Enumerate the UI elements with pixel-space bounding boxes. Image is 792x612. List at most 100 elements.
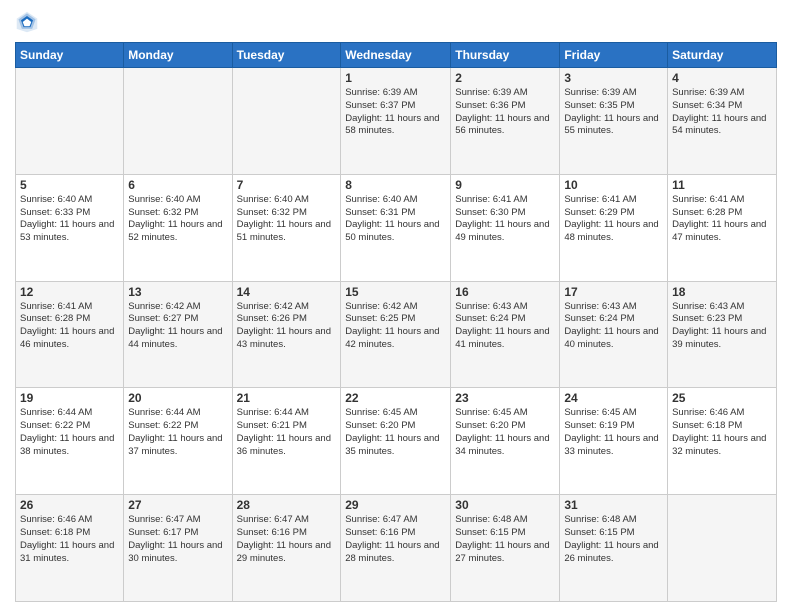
day-number: 30	[455, 498, 555, 512]
day-info: Sunrise: 6:39 AM Sunset: 6:34 PM Dayligh…	[672, 87, 772, 138]
day-number: 7	[237, 178, 337, 192]
day-number: 27	[128, 498, 227, 512]
calendar-cell	[16, 68, 124, 175]
day-info: Sunrise: 6:45 AM Sunset: 6:19 PM Dayligh…	[564, 407, 663, 458]
day-number: 20	[128, 391, 227, 405]
day-number: 21	[237, 391, 337, 405]
day-number: 14	[237, 285, 337, 299]
day-number: 31	[564, 498, 663, 512]
day-info: Sunrise: 6:41 AM Sunset: 6:28 PM Dayligh…	[20, 301, 119, 352]
day-info: Sunrise: 6:48 AM Sunset: 6:15 PM Dayligh…	[564, 514, 663, 565]
calendar-cell: 7 Sunrise: 6:40 AM Sunset: 6:32 PM Daylig…	[232, 174, 341, 281]
weekday-header: Monday	[124, 43, 232, 68]
calendar-cell: 4 Sunrise: 6:39 AM Sunset: 6:34 PM Daylig…	[668, 68, 777, 175]
day-info: Sunrise: 6:41 AM Sunset: 6:28 PM Dayligh…	[672, 194, 772, 245]
day-info: Sunrise: 6:46 AM Sunset: 6:18 PM Dayligh…	[672, 407, 772, 458]
day-number: 10	[564, 178, 663, 192]
day-number: 18	[672, 285, 772, 299]
day-info: Sunrise: 6:41 AM Sunset: 6:29 PM Dayligh…	[564, 194, 663, 245]
calendar-week-row: 1 Sunrise: 6:39 AM Sunset: 6:37 PM Daylig…	[16, 68, 777, 175]
page: SundayMondayTuesdayWednesdayThursdayFrid…	[0, 0, 792, 612]
header	[15, 10, 777, 34]
day-info: Sunrise: 6:40 AM Sunset: 6:31 PM Dayligh…	[345, 194, 446, 245]
weekday-header: Friday	[560, 43, 668, 68]
day-info: Sunrise: 6:45 AM Sunset: 6:20 PM Dayligh…	[345, 407, 446, 458]
day-number: 9	[455, 178, 555, 192]
day-number: 3	[564, 71, 663, 85]
weekday-header: Wednesday	[341, 43, 451, 68]
calendar-week-row: 26 Sunrise: 6:46 AM Sunset: 6:18 PM Dayli…	[16, 495, 777, 602]
calendar-cell: 16 Sunrise: 6:43 AM Sunset: 6:24 PM Dayli…	[451, 281, 560, 388]
day-number: 12	[20, 285, 119, 299]
day-info: Sunrise: 6:42 AM Sunset: 6:26 PM Dayligh…	[237, 301, 337, 352]
day-info: Sunrise: 6:44 AM Sunset: 6:22 PM Dayligh…	[20, 407, 119, 458]
weekday-header: Sunday	[16, 43, 124, 68]
day-number: 6	[128, 178, 227, 192]
day-info: Sunrise: 6:39 AM Sunset: 6:36 PM Dayligh…	[455, 87, 555, 138]
day-info: Sunrise: 6:47 AM Sunset: 6:16 PM Dayligh…	[237, 514, 337, 565]
day-info: Sunrise: 6:41 AM Sunset: 6:30 PM Dayligh…	[455, 194, 555, 245]
day-info: Sunrise: 6:43 AM Sunset: 6:24 PM Dayligh…	[455, 301, 555, 352]
calendar-cell: 8 Sunrise: 6:40 AM Sunset: 6:31 PM Daylig…	[341, 174, 451, 281]
day-info: Sunrise: 6:39 AM Sunset: 6:37 PM Dayligh…	[345, 87, 446, 138]
calendar-cell: 28 Sunrise: 6:47 AM Sunset: 6:16 PM Dayli…	[232, 495, 341, 602]
day-number: 13	[128, 285, 227, 299]
calendar-cell	[232, 68, 341, 175]
day-info: Sunrise: 6:47 AM Sunset: 6:17 PM Dayligh…	[128, 514, 227, 565]
calendar-cell: 26 Sunrise: 6:46 AM Sunset: 6:18 PM Dayli…	[16, 495, 124, 602]
logo	[15, 10, 43, 34]
calendar-cell: 24 Sunrise: 6:45 AM Sunset: 6:19 PM Dayli…	[560, 388, 668, 495]
day-info: Sunrise: 6:43 AM Sunset: 6:23 PM Dayligh…	[672, 301, 772, 352]
calendar-cell: 12 Sunrise: 6:41 AM Sunset: 6:28 PM Dayli…	[16, 281, 124, 388]
day-number: 15	[345, 285, 446, 299]
weekday-header: Thursday	[451, 43, 560, 68]
calendar-cell: 17 Sunrise: 6:43 AM Sunset: 6:24 PM Dayli…	[560, 281, 668, 388]
day-number: 5	[20, 178, 119, 192]
calendar-cell: 5 Sunrise: 6:40 AM Sunset: 6:33 PM Daylig…	[16, 174, 124, 281]
calendar-cell: 20 Sunrise: 6:44 AM Sunset: 6:22 PM Dayli…	[124, 388, 232, 495]
calendar-cell: 19 Sunrise: 6:44 AM Sunset: 6:22 PM Dayli…	[16, 388, 124, 495]
calendar-cell: 21 Sunrise: 6:44 AM Sunset: 6:21 PM Dayli…	[232, 388, 341, 495]
calendar-cell: 2 Sunrise: 6:39 AM Sunset: 6:36 PM Daylig…	[451, 68, 560, 175]
day-number: 16	[455, 285, 555, 299]
day-number: 28	[237, 498, 337, 512]
calendar-cell: 18 Sunrise: 6:43 AM Sunset: 6:23 PM Dayli…	[668, 281, 777, 388]
calendar-week-row: 12 Sunrise: 6:41 AM Sunset: 6:28 PM Dayli…	[16, 281, 777, 388]
weekday-header: Tuesday	[232, 43, 341, 68]
logo-icon	[15, 10, 39, 34]
day-info: Sunrise: 6:44 AM Sunset: 6:22 PM Dayligh…	[128, 407, 227, 458]
day-info: Sunrise: 6:43 AM Sunset: 6:24 PM Dayligh…	[564, 301, 663, 352]
calendar-cell: 10 Sunrise: 6:41 AM Sunset: 6:29 PM Dayli…	[560, 174, 668, 281]
day-info: Sunrise: 6:40 AM Sunset: 6:32 PM Dayligh…	[128, 194, 227, 245]
day-info: Sunrise: 6:40 AM Sunset: 6:33 PM Dayligh…	[20, 194, 119, 245]
day-info: Sunrise: 6:48 AM Sunset: 6:15 PM Dayligh…	[455, 514, 555, 565]
day-number: 1	[345, 71, 446, 85]
day-number: 24	[564, 391, 663, 405]
day-info: Sunrise: 6:39 AM Sunset: 6:35 PM Dayligh…	[564, 87, 663, 138]
day-info: Sunrise: 6:45 AM Sunset: 6:20 PM Dayligh…	[455, 407, 555, 458]
calendar-week-row: 19 Sunrise: 6:44 AM Sunset: 6:22 PM Dayli…	[16, 388, 777, 495]
day-number: 26	[20, 498, 119, 512]
calendar-cell: 9 Sunrise: 6:41 AM Sunset: 6:30 PM Daylig…	[451, 174, 560, 281]
weekday-header: Saturday	[668, 43, 777, 68]
day-number: 22	[345, 391, 446, 405]
calendar-cell: 13Sunrise: 6:42 AM Sunset: 6:27 PM Dayli…	[124, 281, 232, 388]
day-number: 11	[672, 178, 772, 192]
calendar-cell	[668, 495, 777, 602]
day-number: 19	[20, 391, 119, 405]
calendar-week-row: 5 Sunrise: 6:40 AM Sunset: 6:33 PM Daylig…	[16, 174, 777, 281]
calendar-cell: 25Sunrise: 6:46 AM Sunset: 6:18 PM Dayli…	[668, 388, 777, 495]
day-number: 4	[672, 71, 772, 85]
day-number: 29	[345, 498, 446, 512]
day-number: 23	[455, 391, 555, 405]
calendar-cell: 29Sunrise: 6:47 AM Sunset: 6:16 PM Dayli…	[341, 495, 451, 602]
day-number: 2	[455, 71, 555, 85]
day-number: 17	[564, 285, 663, 299]
day-info: Sunrise: 6:46 AM Sunset: 6:18 PM Dayligh…	[20, 514, 119, 565]
day-number: 8	[345, 178, 446, 192]
calendar-cell: 23 Sunrise: 6:45 AM Sunset: 6:20 PM Dayli…	[451, 388, 560, 495]
day-info: Sunrise: 6:42 AM Sunset: 6:25 PM Dayligh…	[345, 301, 446, 352]
day-info: Sunrise: 6:44 AM Sunset: 6:21 PM Dayligh…	[237, 407, 337, 458]
day-info: Sunrise: 6:40 AM Sunset: 6:32 PM Dayligh…	[237, 194, 337, 245]
calendar-cell: 14 Sunrise: 6:42 AM Sunset: 6:26 PM Dayli…	[232, 281, 341, 388]
